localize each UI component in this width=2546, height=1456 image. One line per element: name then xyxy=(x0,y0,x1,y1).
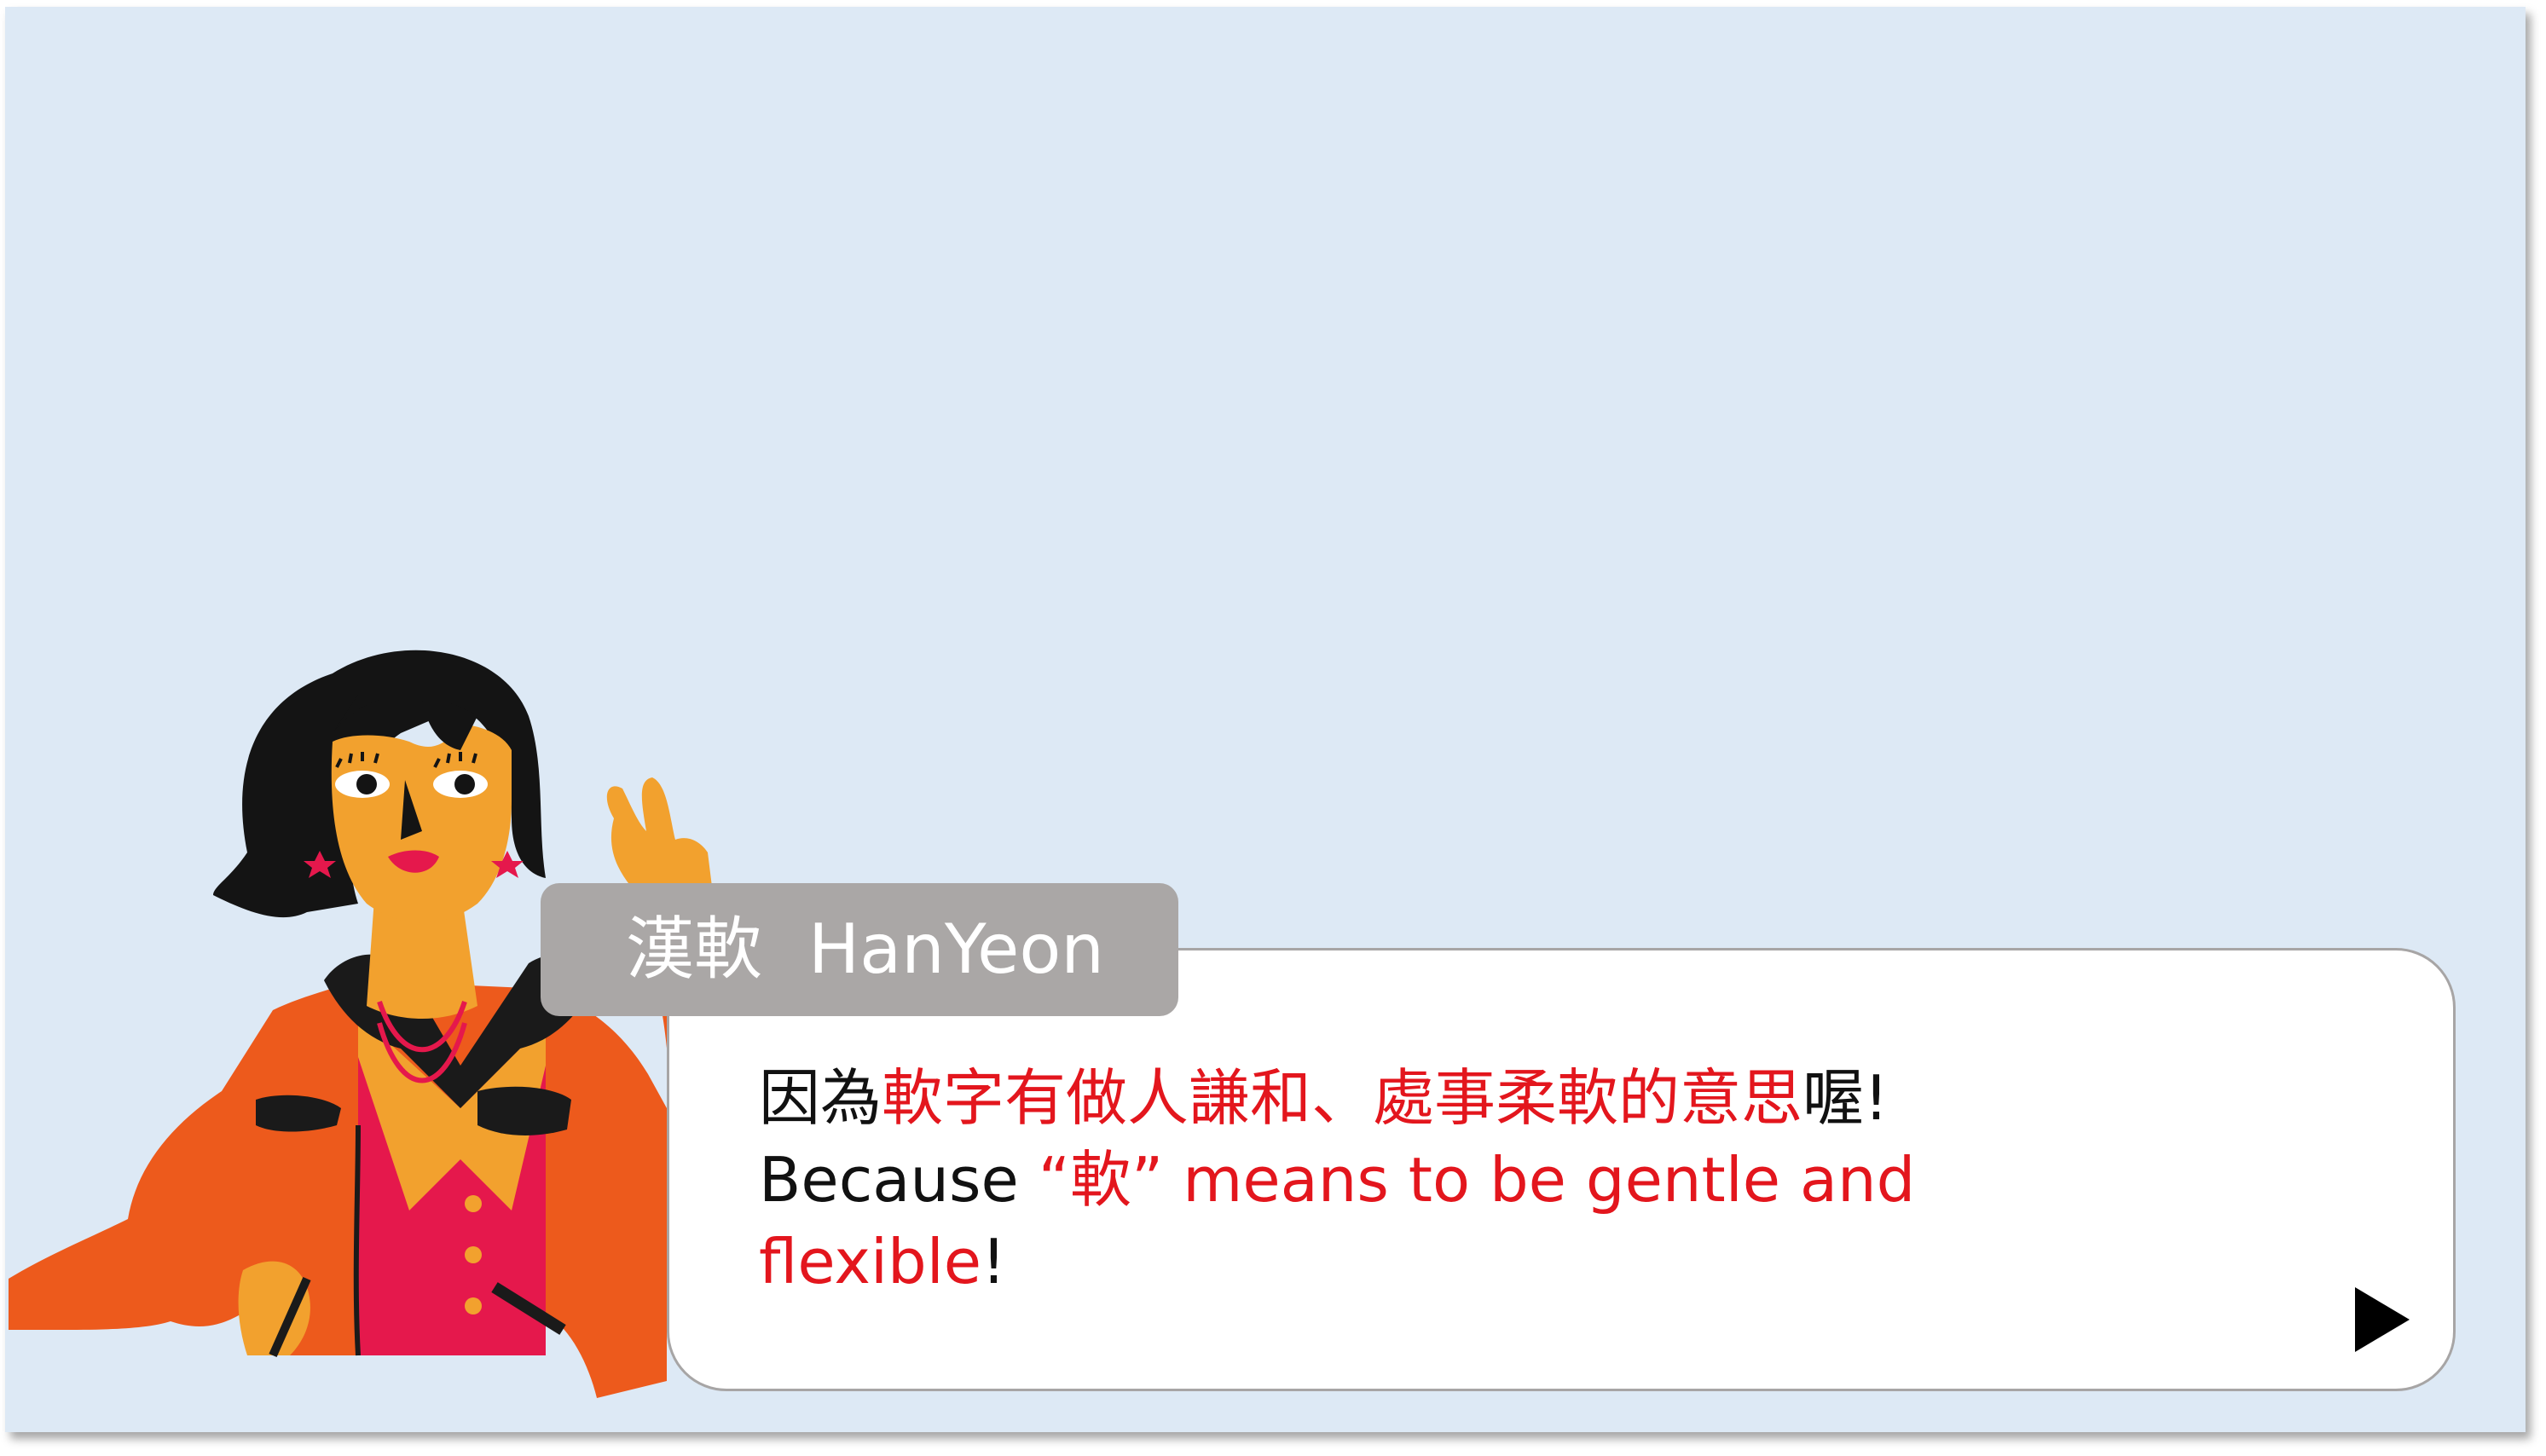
dialog-line-1: 因為軟字有做人謙和、處事柔軟的意思喔! xyxy=(759,1057,2294,1139)
face xyxy=(331,725,512,923)
speaker-name-en: HanYeon xyxy=(808,910,1104,989)
dialog-line-3: flexible! xyxy=(759,1221,2294,1303)
jacket xyxy=(9,954,667,1398)
dialog-line-2: Because “軟” means to be gentle and xyxy=(759,1139,2294,1221)
dialog-line-3-post: ! xyxy=(981,1226,1006,1297)
play-triangle-icon[interactable] xyxy=(2352,1286,2413,1354)
speaker-name-tag: 漢軟 HanYeon xyxy=(541,883,1178,1016)
speaker-name-zh: 漢軟 xyxy=(626,910,762,989)
dialog-line-3-highlight: flexible xyxy=(759,1226,981,1297)
dialog-line-1-post: 喔! xyxy=(1802,1062,1889,1134)
dialog-line-1-highlight: 軟字有做人謙和、處事柔軟的意思 xyxy=(882,1062,1803,1134)
dialog-line-2-pre: Because xyxy=(759,1144,1039,1216)
dialog-text: 因為軟字有做人謙和、處事柔軟的意思喔! Because “軟” means to… xyxy=(759,1057,2294,1303)
left-hand xyxy=(238,1261,311,1358)
dialog-line-1-pre: 因為 xyxy=(759,1062,882,1134)
dialog-line-2-highlight: “軟” means to be gentle and xyxy=(1038,1144,1916,1216)
